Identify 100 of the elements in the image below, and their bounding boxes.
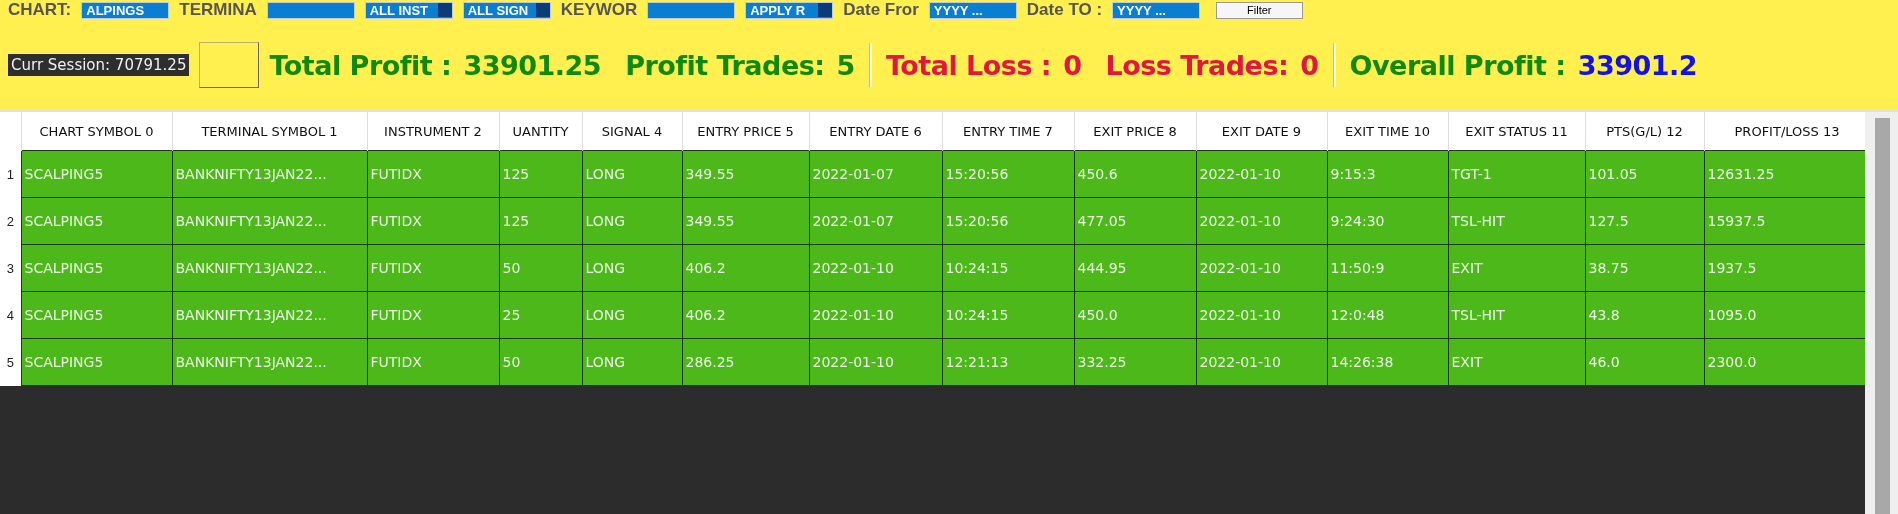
table-cell: LONG [582, 338, 682, 386]
column-header[interactable]: UANTITY [499, 112, 582, 151]
dropdown-field[interactable]: ALL SIGN [462, 1, 551, 19]
blank-button[interactable] [199, 42, 260, 88]
table-cell: 406.2 [682, 244, 809, 292]
table-cell: LONG [582, 291, 682, 339]
table-cell: 15:20:56 [942, 150, 1074, 198]
row-number: 4 [0, 291, 21, 339]
table-cell: 15937.5 [1704, 197, 1865, 245]
table-cell: BANKNIFTY13JAN22... [172, 197, 367, 245]
column-header[interactable]: PTS(G/L) 12 [1585, 112, 1704, 151]
filter-button[interactable]: Filter [1216, 1, 1303, 19]
filter-label: TERMINA [179, 0, 257, 20]
stat-label: Profit Trades: [625, 49, 825, 81]
table-cell: 332.25 [1074, 338, 1196, 386]
column-header[interactable]: PROFIT/LOSS 13 [1704, 112, 1865, 151]
table-cell: SCALPING5 [21, 197, 172, 245]
table-cell: SCALPING5 [21, 244, 172, 292]
table-cell: 444.95 [1074, 244, 1196, 292]
table-cell: FUTIDX [367, 338, 499, 386]
table-cell: 50 [499, 338, 582, 386]
column-header[interactable]: ENTRY PRICE 5 [682, 112, 809, 151]
column-header[interactable]: SIGNAL 4 [582, 112, 682, 151]
table-cell: 50 [499, 244, 582, 292]
filter-label: Date Fror [843, 0, 919, 20]
table-cell: 12:0:48 [1327, 291, 1448, 339]
table-cell: 46.0 [1585, 338, 1704, 386]
table-cell: BANKNIFTY13JAN22... [172, 150, 367, 198]
stat-label: Loss Trades: [1105, 49, 1289, 81]
table-cell: 101.05 [1585, 150, 1704, 198]
table-cell: 2022-01-10 [1196, 291, 1327, 339]
row-number: 2 [0, 197, 21, 245]
table-cell: 406.2 [682, 291, 809, 339]
table-cell: LONG [582, 197, 682, 245]
table-cell: 2022-01-10 [809, 291, 942, 339]
table-cell: 2300.0 [1704, 338, 1865, 386]
table-cell: 25 [499, 291, 582, 339]
stat-label: Overall Profit : [1349, 49, 1566, 81]
input-field[interactable]: YYYY ... [928, 1, 1017, 19]
stat-label: Total Loss : [885, 49, 1052, 81]
column-header[interactable]: EXIT PRICE 8 [1074, 112, 1196, 151]
table-cell: SCALPING5 [21, 338, 172, 386]
table-cell: 15:20:56 [942, 197, 1074, 245]
table-cell: FUTIDX [367, 244, 499, 292]
table-cell: SCALPING5 [21, 150, 172, 198]
table-cell: 2022-01-10 [1196, 197, 1327, 245]
table-cell: 125 [499, 197, 582, 245]
column-header[interactable]: EXIT STATUS 11 [1448, 112, 1585, 151]
input-field[interactable]: ALPINGS [81, 1, 170, 19]
table-cell: 43.8 [1585, 291, 1704, 339]
dropdown-field[interactable]: APPLY R [745, 1, 834, 19]
column-header[interactable]: ENTRY DATE 6 [809, 112, 942, 151]
scrollbar[interactable] [1865, 112, 1898, 514]
input-field[interactable] [647, 1, 736, 19]
stat-label: Total Profit : [269, 49, 452, 81]
table-cell: EXIT [1448, 338, 1585, 386]
stat-value: 33901.2 [1577, 49, 1698, 81]
table-cell: 1095.0 [1704, 291, 1865, 339]
filter-label: Date TO : [1026, 0, 1103, 20]
table-cell: EXIT [1448, 244, 1585, 292]
table-cell: 12:21:13 [942, 338, 1074, 386]
table-cell: 2022-01-07 [809, 197, 942, 245]
column-header[interactable]: EXIT DATE 9 [1196, 112, 1327, 151]
table-cell: BANKNIFTY13JAN22... [172, 244, 367, 292]
stat-value: 0 [1300, 49, 1319, 81]
table-cell: 14:26:38 [1327, 338, 1448, 386]
table-cell: TGT-1 [1448, 150, 1585, 198]
table-cell: FUTIDX [367, 291, 499, 339]
scrollbar-thumb[interactable] [1875, 118, 1890, 514]
row-number: 1 [0, 150, 21, 198]
column-header[interactable]: CHART SYMBOL 0 [21, 112, 172, 151]
filter-label: KEYWOR [560, 0, 638, 20]
table-cell: 1937.5 [1704, 244, 1865, 292]
row-number: 5 [0, 338, 21, 386]
input-field[interactable] [266, 1, 355, 19]
table-cell: 11:50:9 [1327, 244, 1448, 292]
table-cell: 10:24:15 [942, 244, 1074, 292]
table-cell: 477.05 [1074, 197, 1196, 245]
table-cell: SCALPING5 [21, 291, 172, 339]
table-cell: TSL-HIT [1448, 291, 1585, 339]
input-field[interactable]: YYYY ... [1112, 1, 1201, 19]
table-cell: 125 [499, 150, 582, 198]
table-cell: 450.0 [1074, 291, 1196, 339]
table-cell: 38.75 [1585, 244, 1704, 292]
table-cell: BANKNIFTY13JAN22... [172, 338, 367, 386]
table-cell: 349.55 [682, 197, 809, 245]
table-cell: BANKNIFTY13JAN22... [172, 291, 367, 339]
table-cell: 9:24:30 [1327, 197, 1448, 245]
column-header[interactable]: EXIT TIME 10 [1327, 112, 1448, 151]
table-cell: 2022-01-10 [809, 244, 942, 292]
filter-label: CHART: [8, 0, 72, 20]
table-cell: 2022-01-10 [1196, 244, 1327, 292]
dropdown-field[interactable]: ALL INST [364, 1, 453, 19]
column-header[interactable]: ENTRY TIME 7 [942, 112, 1074, 151]
column-header[interactable]: TERMINAL SYMBOL 1 [172, 112, 367, 151]
table-cell: LONG [582, 244, 682, 292]
column-header[interactable]: INSTRUMENT 2 [367, 112, 499, 151]
table-cell: FUTIDX [367, 197, 499, 245]
table-cell: 127.5 [1585, 197, 1704, 245]
table-cell: 349.55 [682, 150, 809, 198]
